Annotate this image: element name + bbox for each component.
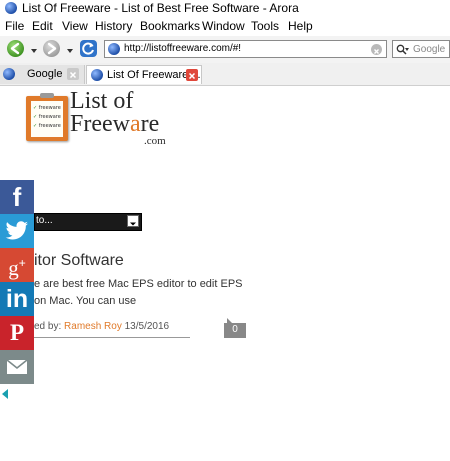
google-plus-icon: g+: [8, 255, 26, 280]
comment-count-badge[interactable]: 0: [224, 318, 246, 338]
article-excerpt-line-1: e are best free Mac EPS editor to edit E…: [34, 278, 243, 290]
menu-view[interactable]: View: [62, 19, 88, 33]
title-bar: List Of Freeware - List of Best Free Sof…: [0, 0, 450, 18]
navigation-toolbar: http://listoffreeware.com/#! Google: [0, 36, 450, 64]
share-google-plus-button[interactable]: g+: [0, 248, 34, 282]
menu-help[interactable]: Help: [288, 19, 313, 33]
facebook-icon: f: [12, 182, 22, 212]
tab-close-button[interactable]: [186, 69, 198, 81]
article-excerpt-line-2: on Mac. You can use: [34, 295, 137, 307]
forward-history-dropdown[interactable]: [67, 49, 73, 53]
forward-arrow-icon: [47, 42, 57, 55]
author-link[interactable]: Ramesh Roy: [64, 321, 122, 332]
select-arrow-button[interactable]: [127, 215, 139, 227]
window-title: List Of Freeware - List of Best Free Sof…: [22, 1, 299, 15]
twitter-icon: [5, 221, 29, 240]
email-icon: [6, 359, 28, 374]
site-globe-icon: [108, 43, 120, 55]
web-page: ✓ freeware ✓ freeware ✓ freeware List of…: [0, 86, 450, 461]
logo-note-text: freeware: [38, 123, 61, 129]
share-facebook-button[interactable]: f: [0, 180, 34, 214]
logo-note-text: freeware: [38, 114, 61, 120]
site-logo[interactable]: ✓ freeware ✓ freeware ✓ freeware List of…: [22, 88, 174, 150]
tab-globe-icon: [91, 69, 103, 81]
menu-bar: File Edit View History Bookmarks Window …: [0, 18, 450, 36]
category-select-value: to...: [36, 215, 53, 226]
app-icon: [5, 2, 17, 14]
share-email-button[interactable]: [0, 350, 34, 384]
comment-count: 0: [232, 324, 238, 335]
search-bar[interactable]: Google: [392, 40, 450, 58]
clear-url-button[interactable]: [371, 44, 382, 55]
menu-tools[interactable]: Tools: [251, 19, 279, 33]
back-button[interactable]: [7, 40, 24, 57]
search-placeholder: Google: [413, 44, 446, 55]
tab-label: Google: [27, 68, 63, 80]
menu-window[interactable]: Window: [202, 19, 245, 33]
chevron-down-icon: [130, 222, 136, 226]
back-history-dropdown[interactable]: [31, 49, 37, 53]
forward-button[interactable]: [43, 40, 60, 57]
logo-line-2: Freeware: [70, 111, 160, 137]
clipboard-logo-icon: ✓ freeware ✓ freeware ✓ freeware: [26, 93, 68, 141]
clear-icon: [374, 49, 379, 54]
logo-note-text: freeware: [38, 105, 61, 111]
post-meta: ed by: Ramesh Roy 13/5/2016: [34, 321, 169, 332]
tab-list-of-freeware[interactable]: List Of Freeware ...: [86, 65, 202, 84]
menu-bookmarks[interactable]: Bookmarks: [140, 19, 200, 33]
share-linkedin-button[interactable]: in: [0, 282, 34, 316]
post-date: 13/5/2016: [124, 321, 170, 332]
pinterest-icon: P: [9, 320, 25, 345]
reload-icon: [82, 42, 94, 55]
search-engine-dropdown-icon[interactable]: [405, 48, 409, 51]
tab-bar: Google List Of Freeware ...: [0, 63, 450, 86]
address-bar[interactable]: http://listoffreeware.com/#!: [104, 40, 387, 58]
category-select[interactable]: to...: [34, 213, 142, 231]
close-icon: [188, 72, 196, 80]
logo-line-3: .com: [144, 135, 166, 147]
article-title[interactable]: itor Software: [34, 252, 124, 270]
share-pinterest-button[interactable]: P: [0, 316, 34, 350]
share-twitter-button[interactable]: [0, 214, 34, 248]
collapse-share-bar-arrow-icon[interactable]: [2, 389, 8, 399]
back-arrow-icon: [10, 42, 20, 55]
tab-close-button[interactable]: [67, 68, 79, 80]
address-text[interactable]: http://listoffreeware.com/#!: [124, 43, 241, 54]
tab-google[interactable]: Google: [0, 65, 85, 84]
menu-history[interactable]: History: [95, 19, 132, 33]
menu-file[interactable]: File: [5, 19, 24, 33]
menu-edit[interactable]: Edit: [32, 19, 53, 33]
posted-by-label: ed by:: [34, 321, 62, 332]
close-icon: [69, 71, 77, 79]
reload-button[interactable]: [80, 40, 97, 57]
tab-globe-icon: [3, 68, 15, 80]
meta-divider: [34, 337, 190, 338]
linkedin-icon: in: [5, 285, 29, 313]
